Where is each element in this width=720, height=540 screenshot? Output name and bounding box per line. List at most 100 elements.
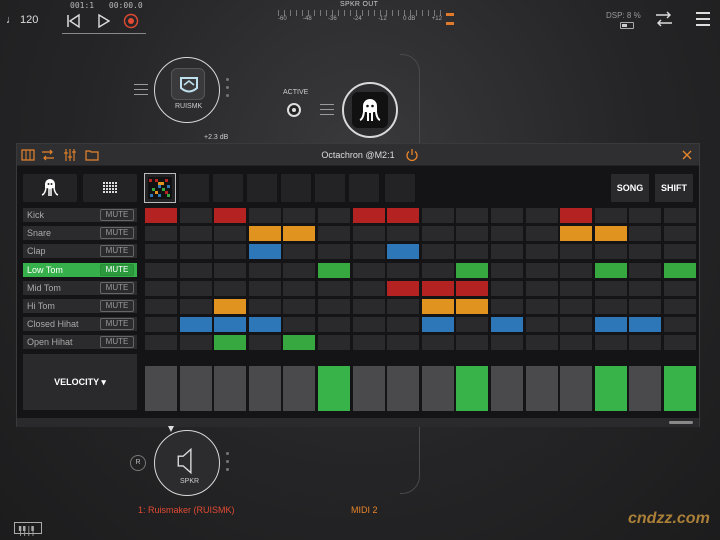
step-cell[interactable]: [387, 244, 420, 260]
step-cell[interactable]: [352, 208, 385, 223]
mute-button[interactable]: MUTE: [100, 227, 134, 240]
step-cell[interactable]: [421, 335, 454, 351]
step-cell[interactable]: [594, 244, 627, 260]
step-cell[interactable]: [387, 299, 420, 314]
step-cell[interactable]: [456, 299, 489, 314]
step-cell[interactable]: [525, 299, 558, 314]
step-cell[interactable]: [594, 208, 627, 223]
step-cell[interactable]: [491, 280, 523, 296]
step-cell[interactable]: [352, 317, 385, 333]
step-cell[interactable]: [145, 226, 177, 242]
step-cell[interactable]: [525, 244, 558, 260]
step-cell[interactable]: [214, 317, 247, 333]
step-cell[interactable]: [248, 226, 281, 242]
step-cell[interactable]: [629, 208, 662, 223]
velocity-bar[interactable]: [594, 366, 627, 411]
mute-button[interactable]: MUTE: [100, 281, 134, 294]
step-cell[interactable]: [664, 335, 696, 351]
step-cell[interactable]: [283, 317, 316, 333]
step-cell[interactable]: [248, 208, 281, 223]
spkr-node[interactable]: SPKR: [154, 430, 220, 496]
step-cell[interactable]: [387, 208, 420, 223]
step-cell[interactable]: [594, 299, 627, 314]
close-icon[interactable]: [681, 148, 693, 160]
step-cell[interactable]: [248, 335, 281, 351]
power-icon[interactable]: [405, 148, 419, 162]
step-cell[interactable]: [594, 226, 627, 242]
step-cell[interactable]: [283, 280, 316, 296]
step-cell[interactable]: [179, 317, 212, 333]
velocity-bar[interactable]: [525, 366, 558, 411]
step-cell[interactable]: [352, 299, 385, 314]
velocity-bar[interactable]: [560, 366, 593, 411]
step-cell[interactable]: [145, 208, 177, 223]
active-toggle[interactable]: [287, 103, 301, 117]
menu-icon[interactable]: [696, 12, 710, 26]
step-cell[interactable]: [352, 244, 385, 260]
step-cell[interactable]: [352, 280, 385, 296]
step-cell[interactable]: [179, 299, 212, 314]
step-cell[interactable]: [283, 208, 316, 223]
step-cell[interactable]: [318, 262, 350, 278]
step-cell[interactable]: [318, 208, 350, 223]
velocity-bar[interactable]: [179, 366, 212, 411]
velocity-bar[interactable]: [629, 366, 662, 411]
step-cell[interactable]: [318, 280, 350, 296]
routing-icon[interactable]: [654, 10, 674, 28]
shift-button[interactable]: SHIFT: [655, 174, 693, 202]
step-cell[interactable]: [594, 280, 627, 296]
plugin-scrollbar[interactable]: [17, 418, 699, 427]
step-cell[interactable]: [560, 244, 593, 260]
instrument-row[interactable]: Snare MUTE: [23, 226, 137, 241]
channel-1-label[interactable]: 1: Ruismaker (RUISMK): [138, 505, 235, 515]
step-cell[interactable]: [179, 208, 212, 223]
pattern-slot-6[interactable]: [315, 174, 345, 202]
step-cell[interactable]: [594, 262, 627, 278]
step-cell[interactable]: [318, 317, 350, 333]
record-button[interactable]: [122, 12, 140, 30]
step-cell[interactable]: [664, 244, 696, 260]
step-cell[interactable]: [629, 299, 662, 314]
keyboard-icon[interactable]: [14, 522, 42, 536]
step-cell[interactable]: [560, 317, 593, 333]
velocity-bar[interactable]: [664, 366, 696, 411]
velocity-bar[interactable]: [491, 366, 523, 411]
step-cell[interactable]: [318, 244, 350, 260]
step-cell[interactable]: [664, 317, 696, 333]
step-cell[interactable]: [525, 208, 558, 223]
step-cell[interactable]: [387, 226, 420, 242]
step-cell[interactable]: [456, 317, 489, 333]
velocity-bar[interactable]: [352, 366, 385, 411]
step-cell[interactable]: [560, 280, 593, 296]
scrollbar-thumb[interactable]: [669, 421, 693, 424]
velocity-dropdown[interactable]: VELOCITY ▾: [23, 354, 137, 410]
step-cell[interactable]: [179, 226, 212, 242]
step-cell[interactable]: [421, 244, 454, 260]
step-cell[interactable]: [421, 299, 454, 314]
step-cell[interactable]: [629, 226, 662, 242]
step-cell[interactable]: [421, 280, 454, 296]
rewind-button[interactable]: [64, 12, 82, 30]
step-cell[interactable]: [629, 262, 662, 278]
step-cell[interactable]: [179, 280, 212, 296]
step-cell[interactable]: [491, 317, 523, 333]
step-cell[interactable]: [421, 317, 454, 333]
step-cell[interactable]: [525, 317, 558, 333]
step-cell[interactable]: [387, 280, 420, 296]
step-cell[interactable]: [629, 280, 662, 296]
step-cell[interactable]: [421, 262, 454, 278]
step-cell[interactable]: [145, 335, 177, 351]
step-cell[interactable]: [318, 335, 350, 351]
mute-button[interactable]: MUTE: [100, 209, 134, 221]
step-cell[interactable]: [594, 317, 627, 333]
instrument-row[interactable]: Low Tom MUTE: [23, 262, 137, 277]
velocity-bar[interactable]: [214, 366, 247, 411]
step-cell[interactable]: [283, 244, 316, 260]
step-cell[interactable]: [525, 226, 558, 242]
step-cell[interactable]: [664, 280, 696, 296]
step-cell[interactable]: [456, 280, 489, 296]
instrument-row[interactable]: Clap MUTE: [23, 244, 137, 259]
step-cell[interactable]: [179, 262, 212, 278]
pattern-slot-4[interactable]: [247, 174, 277, 202]
step-cell[interactable]: [629, 317, 662, 333]
